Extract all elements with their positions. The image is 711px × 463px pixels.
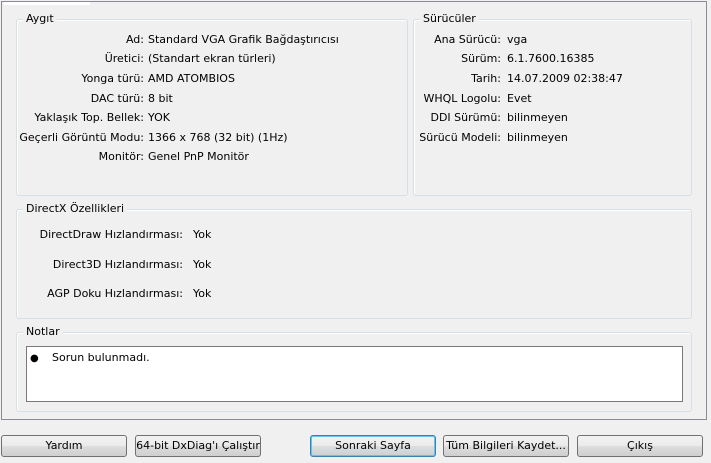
- directx-features-group: DirectX Özellikleri DirectDraw Hızlandır…: [16, 202, 692, 319]
- driver-row-ddi: DDI Sürümü: bilinmeyen: [414, 110, 691, 126]
- help-button[interactable]: Yardım: [1, 435, 127, 457]
- exit-button[interactable]: Çıkış: [577, 435, 703, 457]
- device-row-monitor: Monitör: Genel PnP Monitör: [17, 149, 407, 165]
- chip-type-label: Yonga türü:: [81, 72, 144, 85]
- device-row-manufacturer: Üretici: (Standart ekran türleri): [17, 51, 407, 67]
- direct3d-value: Yok: [193, 258, 212, 271]
- driver-row-model: Sürücü Modeli: bilinmeyen: [414, 130, 691, 146]
- driver-row-date: Tarih: 14.07.2009 02:38:47: [414, 71, 691, 87]
- memory-value: YOK: [148, 111, 170, 124]
- device-row-memory: Yaklaşık Top. Bellek: YOK: [17, 110, 407, 126]
- driver-row-version: Sürüm: 6.1.7600.16385: [414, 51, 691, 67]
- device-row-name: Ad: Standard VGA Grafik Bağdaştırıcısı: [17, 32, 407, 48]
- display-mode-value: 1366 x 768 (32 bit) (1Hz): [148, 131, 288, 144]
- dac-type-value: 8 bit: [148, 92, 173, 105]
- direct3d-row: Direct3D Hızlandırması: Yok: [17, 257, 691, 273]
- date-label: Tarih:: [471, 72, 501, 85]
- date-value: 14.07.2009 02:38:47: [507, 72, 623, 85]
- next-page-button-label: Sonraki Sayfa: [335, 439, 411, 452]
- dac-type-label: DAC türü:: [90, 92, 144, 105]
- memory-label: Yaklaşık Top. Bellek:: [34, 111, 144, 124]
- exit-button-label: Çıkış: [627, 439, 653, 452]
- direct3d-label: Direct3D Hızlandırması:: [52, 258, 183, 271]
- driver-model-value: bilinmeyen: [507, 131, 568, 144]
- run-64bit-button-label: 64-bit DxDiag'ı Çalıştır: [136, 439, 260, 452]
- drivers-group-title: Sürücüler: [420, 12, 479, 26]
- agp-label: AGP Doku Hızlandırması:: [47, 287, 183, 300]
- manufacturer-label: Üretici:: [104, 52, 144, 65]
- ddi-label: DDI Sürümü:: [430, 111, 501, 124]
- directx-group-title: DirectX Özellikleri: [23, 202, 128, 216]
- device-name-label: Ad:: [125, 33, 144, 46]
- version-label: Sürüm:: [461, 52, 501, 65]
- directdraw-label: DirectDraw Hızlandırması:: [39, 228, 183, 241]
- agp-row: AGP Doku Hızlandırması: Yok: [17, 286, 691, 302]
- note-item: ● Sorun bulunmadı.: [30, 351, 150, 364]
- device-row-chip-type: Yonga türü: AMD ATOMBIOS: [17, 71, 407, 87]
- run-64bit-dxdiag-button[interactable]: 64-bit DxDiag'ı Çalıştır: [135, 435, 261, 457]
- directdraw-value: Yok: [193, 228, 212, 241]
- notes-group-title: Notlar: [23, 325, 63, 339]
- save-all-information-button[interactable]: Tüm Bilgileri Kaydet...: [443, 435, 569, 457]
- manufacturer-value: (Standart ekran türleri): [148, 52, 276, 65]
- ddi-value: bilinmeyen: [507, 111, 568, 124]
- device-group-title: Aygıt: [23, 12, 57, 26]
- device-row-dac-type: DAC türü: 8 bit: [17, 91, 407, 107]
- display-tab-panel: Aygıt Ad: Standard VGA Grafik Bağdaştırı…: [1, 1, 707, 420]
- monitor-value: Genel PnP Monitör: [148, 150, 249, 163]
- version-value: 6.1.7600.16385: [507, 52, 595, 65]
- main-driver-label: Ana Sürücü:: [434, 33, 501, 46]
- display-mode-label: Geçerli Görüntü Modu:: [19, 131, 144, 144]
- device-name-value: Standard VGA Grafik Bağdaştırıcısı: [148, 33, 339, 46]
- whql-value: Evet: [507, 92, 532, 105]
- device-row-display-mode: Geçerli Görüntü Modu: 1366 x 768 (32 bit…: [17, 130, 407, 146]
- selected-tab-edge: [4, 2, 90, 5]
- driver-model-label: Sürücü Modeli:: [419, 131, 501, 144]
- note-text: Sorun bulunmadı.: [52, 351, 150, 364]
- agp-value: Yok: [193, 287, 212, 300]
- drivers-group: Sürücüler Ana Sürücü: vga Sürüm: 6.1.760…: [413, 12, 692, 196]
- device-group: Aygıt Ad: Standard VGA Grafik Bağdaştırı…: [16, 12, 408, 196]
- monitor-label: Monitör:: [98, 150, 144, 163]
- chip-type-value: AMD ATOMBIOS: [148, 72, 235, 85]
- main-driver-value: vga: [507, 33, 528, 46]
- whql-label: WHQL Logolu:: [423, 92, 501, 105]
- driver-row-whql: WHQL Logolu: Evet: [414, 91, 691, 107]
- notes-textbox[interactable]: ● Sorun bulunmadı.: [26, 346, 683, 402]
- driver-row-main: Ana Sürücü: vga: [414, 32, 691, 48]
- next-page-button[interactable]: Sonraki Sayfa: [310, 435, 436, 457]
- bullet-icon: ●: [30, 353, 39, 364]
- help-button-label: Yardım: [45, 439, 83, 452]
- directdraw-row: DirectDraw Hızlandırması: Yok: [17, 227, 691, 243]
- save-all-button-label: Tüm Bilgileri Kaydet...: [446, 439, 566, 452]
- notes-group: Notlar ● Sorun bulunmadı.: [16, 325, 692, 412]
